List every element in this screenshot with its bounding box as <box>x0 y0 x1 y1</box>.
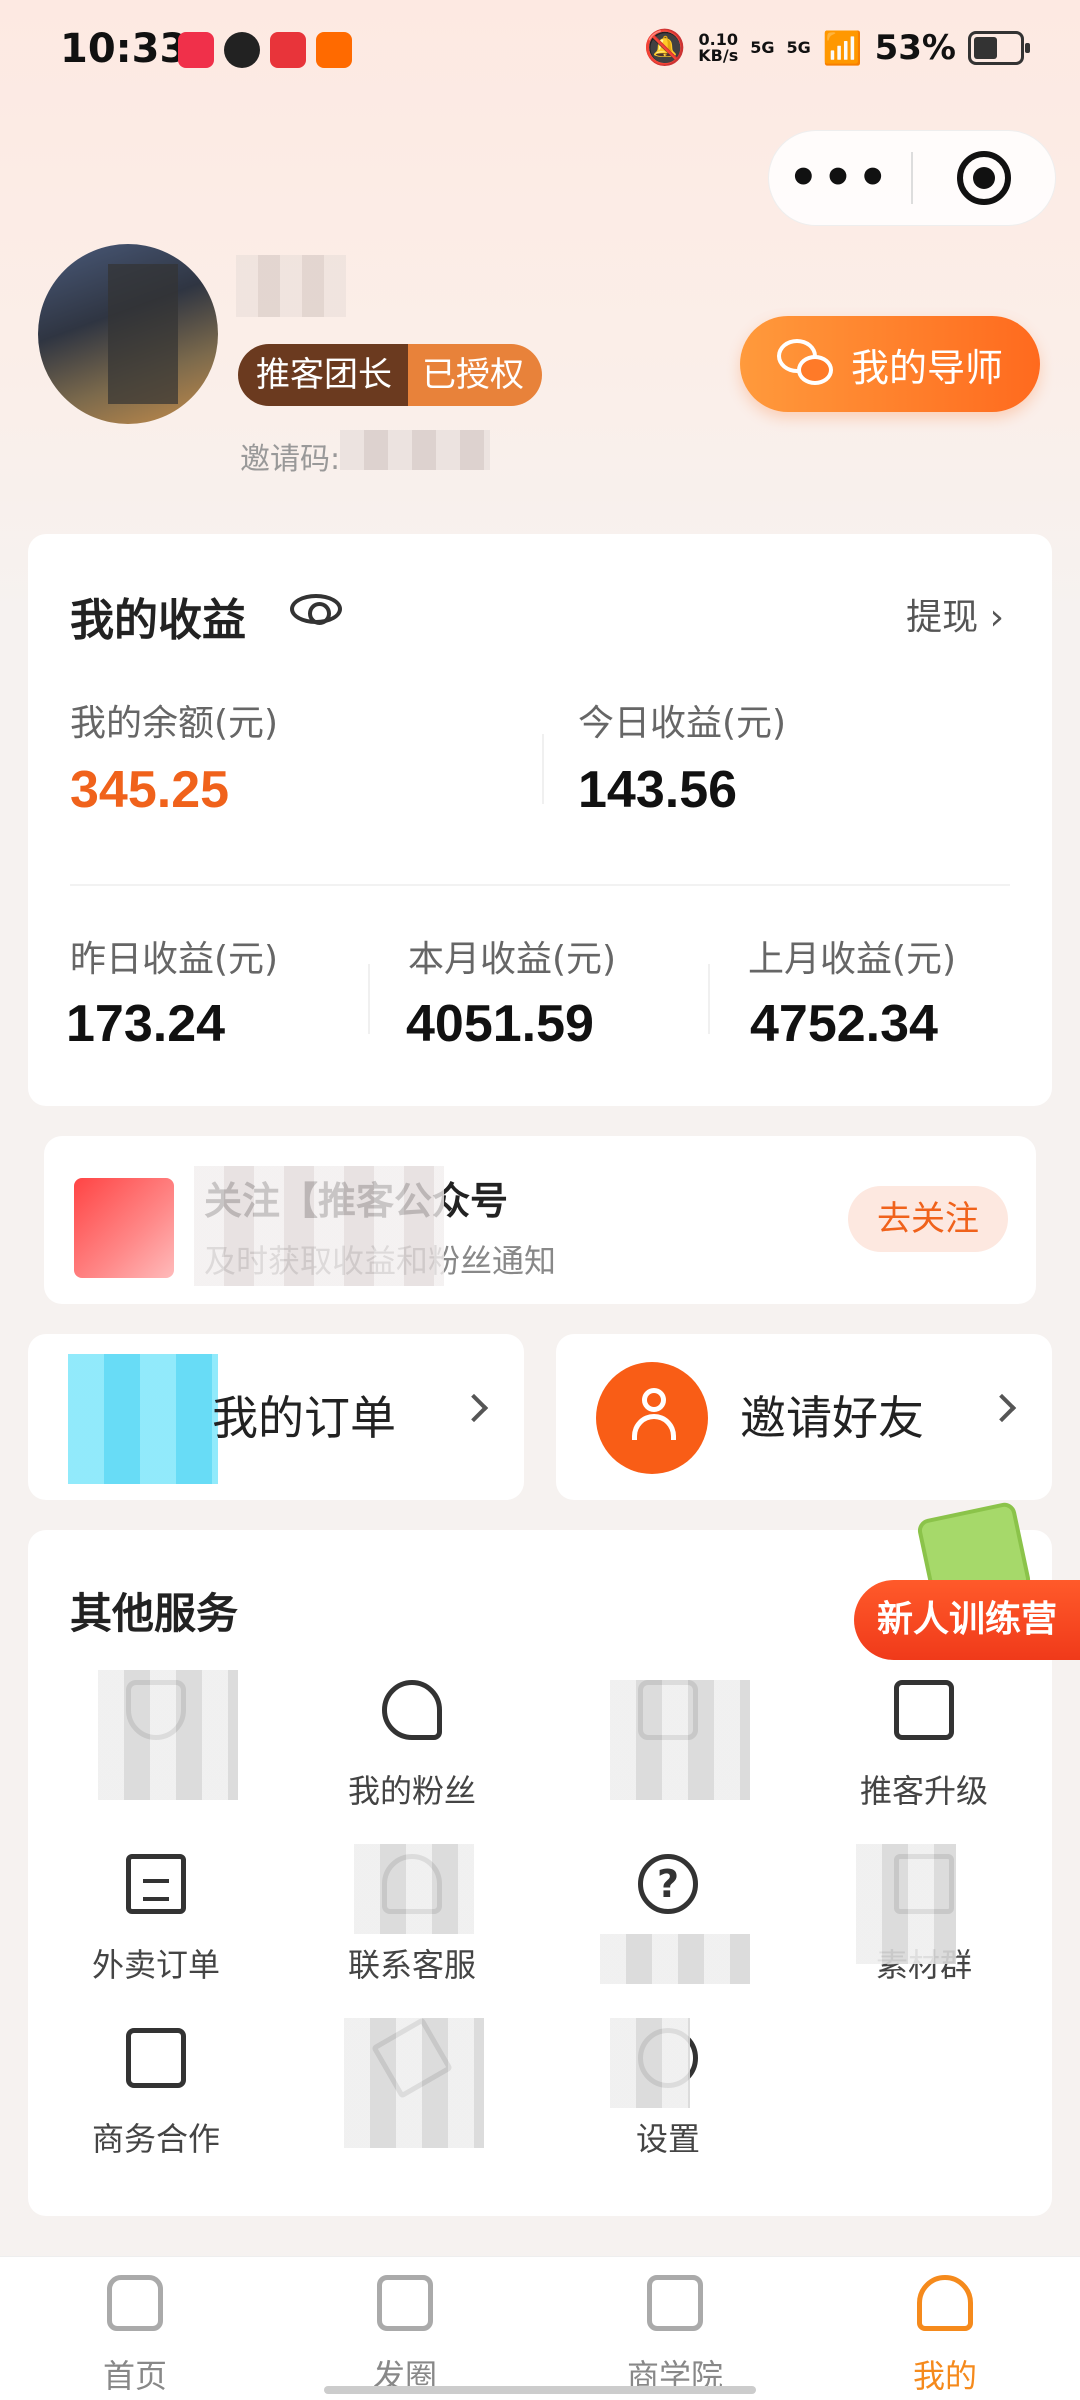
school-icon <box>647 2275 703 2331</box>
tab-moments[interactable]: 发圈 <box>270 2257 540 2400</box>
chevron-right-icon <box>459 1393 489 1423</box>
month-earnings-value: 4051.59 <box>406 995 594 1053</box>
month-earnings-label: 本月收益(元) <box>408 939 617 980</box>
service-materials-group[interactable]: 素材群 <box>796 1844 1052 2014</box>
taobao-icon <box>316 32 352 68</box>
other-services-title: 其他服务 <box>70 1589 239 1638</box>
battery-icon <box>968 31 1030 65</box>
fans-heart-icon <box>382 1680 442 1740</box>
balance-label: 我的余额(元) <box>70 703 279 744</box>
service-item-3[interactable] <box>540 1670 796 1840</box>
newbie-camp-badge[interactable]: 新人训练营 <box>854 1500 1080 1680</box>
chevron-right-icon <box>987 1393 1017 1423</box>
service-label: 设置 <box>635 2120 700 2158</box>
tab-me[interactable]: 我的 <box>810 2257 1080 2400</box>
orders-icon <box>68 1354 218 1484</box>
document-icon <box>126 1854 186 1914</box>
tab-business-school[interactable]: 商学院 <box>540 2257 810 2400</box>
service-business-cooperation[interactable]: 商务合作 <box>28 2018 284 2188</box>
official-account-logo <box>74 1178 174 1278</box>
user-name-mosaic <box>236 255 346 317</box>
avatar[interactable] <box>38 244 218 424</box>
mute-bell-icon: 🔕 <box>643 28 687 68</box>
service-item-1[interactable] <box>28 1670 284 1840</box>
service-label: 外卖订单 <box>91 1946 220 1984</box>
divider <box>70 884 1010 886</box>
divider <box>368 964 370 1034</box>
status-app-icons <box>178 32 352 68</box>
home-icon <box>107 2275 163 2331</box>
role-label: 推客团长 <box>238 344 408 406</box>
service-label: 推客升级 <box>859 1772 988 1810</box>
last-month-earnings-label: 上月收益(元) <box>748 939 957 980</box>
my-orders-entry[interactable]: 我的订单 <box>28 1334 524 1500</box>
service-label: 商务合作 <box>91 2120 220 2158</box>
shopping-app-icon <box>270 32 306 68</box>
briefcase-icon <box>126 2028 186 2088</box>
today-earnings-value: 143.56 <box>578 761 738 819</box>
invite-code-mosaic <box>340 430 490 470</box>
divider <box>708 964 710 1034</box>
status-indicators: 🔕 0.10 KB/s 5G 5G 📶 53% <box>643 28 1030 68</box>
follow-mosaic <box>194 1166 444 1286</box>
follow-button[interactable]: 去关注 <box>848 1186 1008 1252</box>
earnings-title: 我的收益 <box>70 595 246 646</box>
yesterday-earnings-value: 173.24 <box>66 995 226 1053</box>
tab-label: 首页 <box>102 2357 167 2395</box>
qq-icon <box>224 32 260 68</box>
service-item-10[interactable] <box>284 2017 540 2188</box>
profile-icon <box>917 2275 973 2331</box>
service-settings[interactable]: 设置 <box>540 2018 796 2188</box>
withdraw-link[interactable]: 提现 › <box>906 588 1004 640</box>
status-time: 10:33 <box>60 26 188 72</box>
miniprogram-capsule: ••• <box>768 130 1056 226</box>
question-icon: ? <box>638 1854 698 1914</box>
role-badge: 推客团长 已授权 <box>238 344 542 406</box>
tab-label: 我的 <box>912 2357 977 2395</box>
service-takeout-orders[interactable]: 外卖订单 <box>28 1844 284 2014</box>
service-my-fans[interactable]: 我的粉丝 <box>284 1670 540 1840</box>
yesterday-earnings-label: 昨日收益(元) <box>70 939 279 980</box>
more-options-icon[interactable]: ••• <box>769 154 911 202</box>
signal-icon-2: 5G <box>786 38 811 57</box>
invite-friends-entry[interactable]: 邀请好友 <box>556 1334 1052 1500</box>
network-speed: 0.10 KB/s <box>698 30 739 65</box>
service-label: 联系客服 <box>347 1946 476 1984</box>
target-icon <box>956 151 1011 205</box>
my-mentor-button[interactable]: 我的导师 <box>740 316 1040 412</box>
invite-icon <box>596 1362 708 1474</box>
wifi-icon: 📶 <box>822 29 863 67</box>
authorized-label: 已授权 <box>408 344 542 406</box>
service-contact-support[interactable]: 联系客服 <box>284 1844 540 2014</box>
service-label: 我的粉丝 <box>347 1772 476 1810</box>
upgrade-list-icon <box>894 1680 954 1740</box>
invite-friends-label: 邀请好友 <box>740 1391 924 1445</box>
service-upgrade[interactable]: 推客升级 <box>796 1670 1052 1840</box>
service-help[interactable]: ? <box>540 1844 796 2014</box>
wechat-icon <box>776 339 835 389</box>
follow-official-account-banner[interactable]: 关注【推客公众号 及时获取收益和粉丝通知 去关注 <box>44 1136 1036 1304</box>
balance-value: 345.25 <box>70 761 230 819</box>
eye-icon[interactable] <box>290 594 342 625</box>
newbie-camp-label: 新人训练营 <box>854 1580 1080 1660</box>
status-bar: 10:33 🔕 0.10 KB/s 5G 5G 📶 53% <box>0 0 1080 110</box>
bottom-tab-bar: 首页 发圈 商学院 我的 <box>0 2256 1080 2400</box>
tab-home[interactable]: 首页 <box>0 2257 270 2400</box>
my-orders-label: 我的订单 <box>212 1391 396 1445</box>
post-icon <box>377 2275 433 2331</box>
my-mentor-label: 我的导师 <box>850 345 1003 390</box>
signal-icon-1: 5G <box>750 38 775 57</box>
home-indicator <box>324 2386 756 2394</box>
divider <box>542 734 544 804</box>
close-miniprogram-button[interactable] <box>913 151 1055 205</box>
earnings-card: 我的收益 提现 › 我的余额(元) 345.25 今日收益(元) 143.56 … <box>28 534 1052 1106</box>
last-month-earnings-value: 4752.34 <box>750 995 938 1053</box>
battery-percent: 53% <box>874 28 956 68</box>
people-icon <box>620 1388 684 1448</box>
today-earnings-label: 今日收益(元) <box>578 703 787 744</box>
video-app-icon <box>178 32 214 68</box>
